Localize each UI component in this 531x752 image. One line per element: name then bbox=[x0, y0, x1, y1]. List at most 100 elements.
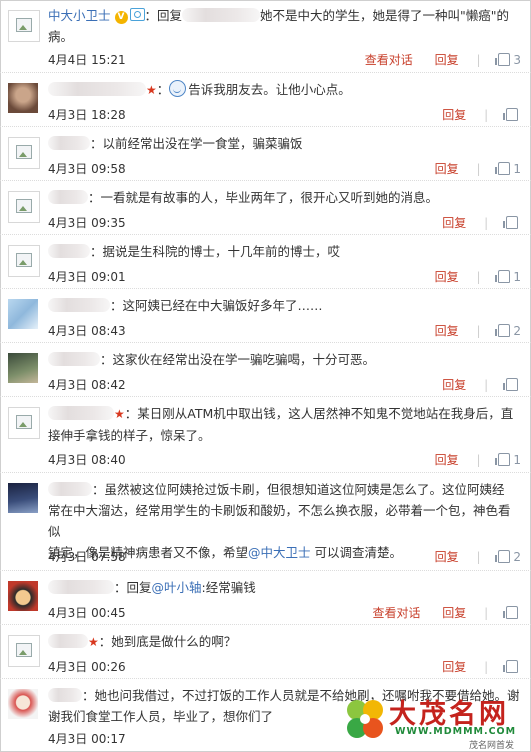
comment-meta: 4月3日 07:58 回复 | 2 bbox=[48, 550, 521, 564]
comment-item: ：据说是生科院的博士，十几年前的博士，哎 4月3日 09:01 回复 | 1 bbox=[0, 234, 531, 287]
comment-text: ：回复 bbox=[114, 580, 152, 595]
comment-text: 她不是中大的学生，她是得了一种叫"懒癌"的 bbox=[260, 8, 510, 23]
like-button[interactable]: 1 bbox=[495, 270, 521, 284]
timestamp: 4月3日 08:40 bbox=[48, 453, 126, 467]
avatar[interactable] bbox=[8, 83, 38, 113]
reply-link[interactable]: 回复 bbox=[442, 660, 466, 674]
avatar[interactable] bbox=[8, 581, 38, 611]
comment-content: ：一看就是有故事的人，毕业两年了，很开心又听到她的消息。 bbox=[48, 187, 521, 208]
comment-item: ：这家伙在经常出没在学一骗吃骗喝，十分可恶。 4月3日 08:42 回复 | bbox=[0, 342, 531, 395]
like-button[interactable] bbox=[503, 108, 521, 122]
reply-prefix: 回复 bbox=[157, 8, 183, 23]
timestamp: 4月4日 15:21 bbox=[48, 53, 126, 67]
timestamp: 4月3日 08:43 bbox=[48, 324, 126, 338]
like-count: 2 bbox=[513, 550, 521, 564]
blurred-username[interactable] bbox=[48, 244, 90, 258]
comment-text-line2: 常在中大溜达，经常用学生的卡刷饭和酸奶，不怎么换衣服，必带着一个包，神色看似 bbox=[48, 503, 511, 539]
comment-text: ：这家伙在经常出没在学一骗吃骗喝，十分可恶。 bbox=[100, 352, 376, 367]
comment-meta: 4月3日 09:35 回复 | bbox=[48, 214, 521, 232]
comment-item: ：一看就是有故事的人，毕业两年了，很开心又听到她的消息。 4月3日 09:35 … bbox=[0, 180, 531, 233]
username-link[interactable]: 中大小卫士 bbox=[48, 8, 111, 23]
comment-meta: 4月3日 09:01 回复 | 1 bbox=[48, 270, 521, 284]
comment-item: ★： 告诉我朋友去。让他小心点。 4月3日 18:28 回复 | bbox=[0, 72, 531, 125]
avatar-placeholder-icon bbox=[16, 643, 32, 657]
like-count: 3 bbox=[513, 53, 521, 67]
blurred-username bbox=[182, 8, 261, 22]
blurred-username[interactable] bbox=[48, 482, 92, 496]
comment-meta: 4月3日 18:28 回复 | bbox=[48, 106, 521, 124]
like-count: 1 bbox=[513, 162, 521, 176]
avatar[interactable] bbox=[8, 483, 38, 513]
reply-link[interactable]: 回复 bbox=[442, 606, 466, 620]
blurred-username[interactable] bbox=[48, 406, 114, 420]
avatar[interactable] bbox=[8, 299, 38, 329]
comment-content: ：这家伙在经常出没在学一骗吃骗喝，十分可恶。 bbox=[48, 349, 521, 370]
comment-meta: 4月4日 15:21 查看对话 回复 | 3 bbox=[48, 53, 521, 67]
comment-content: ：据说是生科院的博士，十几年前的博士，哎 bbox=[48, 241, 521, 262]
reply-link[interactable]: 回复 bbox=[435, 53, 459, 67]
comment-item: ★：她到底是做什么的啊？ 4月3日 00:26 回复 | bbox=[0, 624, 531, 677]
emoticon-icon bbox=[169, 80, 187, 97]
watermark-url: WWW.MDMMM.COM bbox=[395, 726, 517, 737]
blurred-username[interactable] bbox=[48, 136, 90, 150]
like-button[interactable]: 2 bbox=[495, 324, 521, 338]
avatar[interactable] bbox=[8, 689, 38, 719]
star-icon: ★ bbox=[88, 635, 99, 649]
avatar[interactable] bbox=[8, 10, 40, 42]
like-button[interactable]: 1 bbox=[495, 162, 521, 176]
comment-content: ：回复@叶小轴:经常骗钱 bbox=[48, 577, 521, 598]
comment-text: ：据说是生科院的博士，十几年前的博士，哎 bbox=[90, 244, 341, 259]
reply-link[interactable]: 回复 bbox=[435, 550, 459, 564]
like-count: 2 bbox=[513, 324, 521, 338]
view-thread-link[interactable]: 查看对话 bbox=[365, 53, 413, 67]
avatar[interactable] bbox=[8, 407, 40, 439]
thumbs-up-icon bbox=[495, 53, 511, 66]
comment-meta: 4月3日 08:40 回复 | 1 bbox=[48, 453, 521, 467]
like-button[interactable] bbox=[503, 660, 521, 674]
mention-link[interactable]: @叶小轴 bbox=[152, 580, 202, 595]
like-button[interactable]: 2 bbox=[495, 550, 521, 564]
reply-link[interactable]: 回复 bbox=[442, 378, 466, 392]
like-button[interactable]: 1 bbox=[495, 453, 521, 467]
like-count: 1 bbox=[513, 270, 521, 284]
avatar-placeholder-icon bbox=[16, 253, 32, 267]
reply-link[interactable]: 回复 bbox=[435, 324, 459, 338]
blurred-username[interactable] bbox=[48, 688, 82, 702]
comment-text: ：某日刚从ATM机中取出钱，这人居然神不知鬼不觉地站在我身后，直 bbox=[124, 406, 514, 421]
thumbs-up-icon bbox=[495, 324, 511, 337]
timestamp: 4月3日 07:58 bbox=[48, 550, 126, 564]
reply-link[interactable]: 回复 bbox=[442, 216, 466, 230]
blurred-username[interactable] bbox=[48, 580, 114, 594]
comment-text-tail: :经常骗钱 bbox=[201, 580, 256, 595]
leaf-logo-icon bbox=[347, 700, 383, 738]
blurred-username[interactable] bbox=[48, 634, 88, 648]
blurred-username[interactable] bbox=[48, 190, 88, 204]
like-button[interactable] bbox=[503, 606, 521, 620]
avatar[interactable] bbox=[8, 635, 40, 667]
reply-link[interactable]: 回复 bbox=[435, 270, 459, 284]
reply-link[interactable]: 回复 bbox=[435, 162, 459, 176]
comment-item: ：以前经常出没在学一食堂，骗菜骗饭 4月3日 09:58 回复 | 1 bbox=[0, 126, 531, 179]
avatar-placeholder-icon bbox=[16, 18, 32, 32]
blurred-username[interactable] bbox=[48, 352, 100, 366]
star-icon: ★ bbox=[146, 83, 157, 97]
comment-text: ：这阿姨已经在中大骗饭好多年了…… bbox=[110, 298, 323, 313]
reply-link[interactable]: 回复 bbox=[442, 108, 466, 122]
like-button[interactable]: 3 bbox=[495, 53, 521, 67]
like-button[interactable] bbox=[503, 378, 521, 392]
reply-link[interactable]: 回复 bbox=[435, 453, 459, 467]
blurred-username[interactable] bbox=[48, 82, 146, 96]
like-button[interactable] bbox=[503, 216, 521, 230]
avatar[interactable] bbox=[8, 191, 40, 223]
comment-text-line2: 谢我们食堂工作人员，毕业了，想你们了 bbox=[48, 709, 274, 724]
blurred-username[interactable] bbox=[48, 298, 110, 312]
avatar[interactable] bbox=[8, 353, 38, 383]
comment-text-line2: 接伸手拿钱的样子，惊呆了。 bbox=[48, 428, 211, 443]
view-thread-link[interactable]: 查看对话 bbox=[372, 606, 420, 620]
star-icon: ★ bbox=[114, 407, 125, 421]
timestamp: 4月3日 09:35 bbox=[48, 216, 126, 230]
thumbs-up-icon bbox=[503, 606, 518, 619]
avatar[interactable] bbox=[8, 137, 40, 169]
avatar[interactable] bbox=[8, 245, 40, 277]
thumbs-up-icon bbox=[503, 216, 518, 229]
